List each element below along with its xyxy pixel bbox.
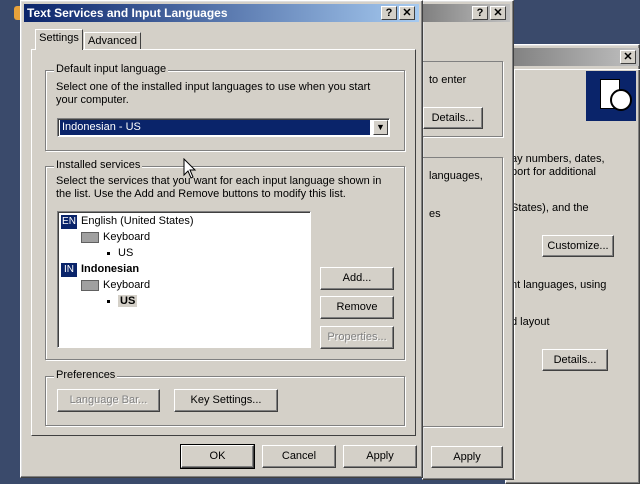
add-button[interactable]: Add... xyxy=(320,267,394,290)
installed-services-group-label: Installed services xyxy=(54,159,143,171)
apply-button-middle[interactable]: Apply xyxy=(431,446,503,468)
bullet-icon xyxy=(107,251,110,255)
tab-settings[interactable]: Settings xyxy=(35,29,83,50)
regional-text-5: d layout xyxy=(511,316,550,328)
tree-item-keyboard[interactable]: Keyboard xyxy=(81,278,150,292)
languages-text-2: languages, xyxy=(429,170,483,182)
close-icon[interactable]: ✕ xyxy=(399,6,415,20)
apply-button[interactable]: Apply xyxy=(343,445,417,468)
tree-item-label: Keyboard xyxy=(103,231,151,243)
languages-titlebar: ? ✕ xyxy=(423,4,510,22)
text-services-dialog: Text Services and Input Languages ? ✕ Se… xyxy=(20,0,423,478)
languages-text-1: to enter xyxy=(429,74,467,86)
keyboard-icon xyxy=(81,279,99,291)
tree-item-label: US xyxy=(118,247,134,259)
regional-text-2: port for additional xyxy=(511,166,596,178)
key-settings-button[interactable]: Key Settings... xyxy=(174,389,278,412)
dialog-titlebar: Text Services and Input Languages ? ✕ xyxy=(24,4,419,22)
details-button-middle[interactable]: Details... xyxy=(423,107,483,129)
install-package-icon xyxy=(586,71,636,121)
languages-text-3: es xyxy=(429,208,441,220)
help-icon[interactable]: ? xyxy=(381,6,397,20)
cancel-button[interactable]: Cancel xyxy=(262,445,336,468)
preferences-group-label: Preferences xyxy=(54,369,118,381)
close-icon[interactable]: ✕ xyxy=(620,50,636,64)
default-input-group-label: Default input language xyxy=(54,63,169,75)
tree-item-label: Keyboard xyxy=(103,279,151,291)
languages-window: ? ✕ to enter Details... languages, es Ap… xyxy=(422,0,514,480)
bullet-icon xyxy=(107,299,110,303)
remove-button[interactable]: Remove xyxy=(320,296,394,319)
tree-item-us[interactable]: US xyxy=(107,246,133,260)
language-code-badge: EN xyxy=(61,215,77,229)
dialog-title: Text Services and Input Languages xyxy=(27,6,228,20)
properties-button[interactable]: Properties... xyxy=(320,326,394,349)
regional-options-window: ✕ ay numbers, dates, port for additional… xyxy=(505,44,640,484)
help-icon[interactable]: ? xyxy=(472,6,488,20)
tree-item-us-selected[interactable]: US xyxy=(107,294,138,308)
tree-item-english[interactable]: EN English (United States) xyxy=(61,214,194,229)
installed-services-description: Select the services that you want for ea… xyxy=(56,175,382,200)
tree-item-label: Indonesian xyxy=(81,263,140,275)
close-icon[interactable]: ✕ xyxy=(490,6,506,20)
regional-text-3: States), and the xyxy=(511,202,589,214)
customize-button[interactable]: Customize... xyxy=(542,235,614,257)
regional-text-4: nt languages, using xyxy=(511,279,607,291)
details-button-right[interactable]: Details... xyxy=(542,349,608,371)
default-language-select[interactable]: Indonesian - US ▼ xyxy=(57,118,390,137)
tab-advanced[interactable]: Advanced xyxy=(84,32,141,50)
tree-item-indonesian[interactable]: IN Indonesian xyxy=(61,262,139,277)
default-language-value: Indonesian - US xyxy=(60,120,370,135)
language-bar-button[interactable]: Language Bar... xyxy=(57,389,160,412)
tree-item-label: US xyxy=(118,295,138,307)
mouse-cursor-icon xyxy=(183,158,197,179)
keyboard-icon xyxy=(81,231,99,243)
tree-item-label: English (United States) xyxy=(81,215,194,227)
chevron-down-icon[interactable]: ▼ xyxy=(373,120,388,135)
ok-button[interactable]: OK xyxy=(180,444,255,469)
tree-item-keyboard[interactable]: Keyboard xyxy=(81,230,150,244)
regional-options-titlebar: ✕ xyxy=(509,48,639,66)
language-code-badge: IN xyxy=(61,263,77,277)
regional-text-1: ay numbers, dates, xyxy=(511,153,605,165)
default-input-description: Select one of the installed input langua… xyxy=(56,81,371,106)
